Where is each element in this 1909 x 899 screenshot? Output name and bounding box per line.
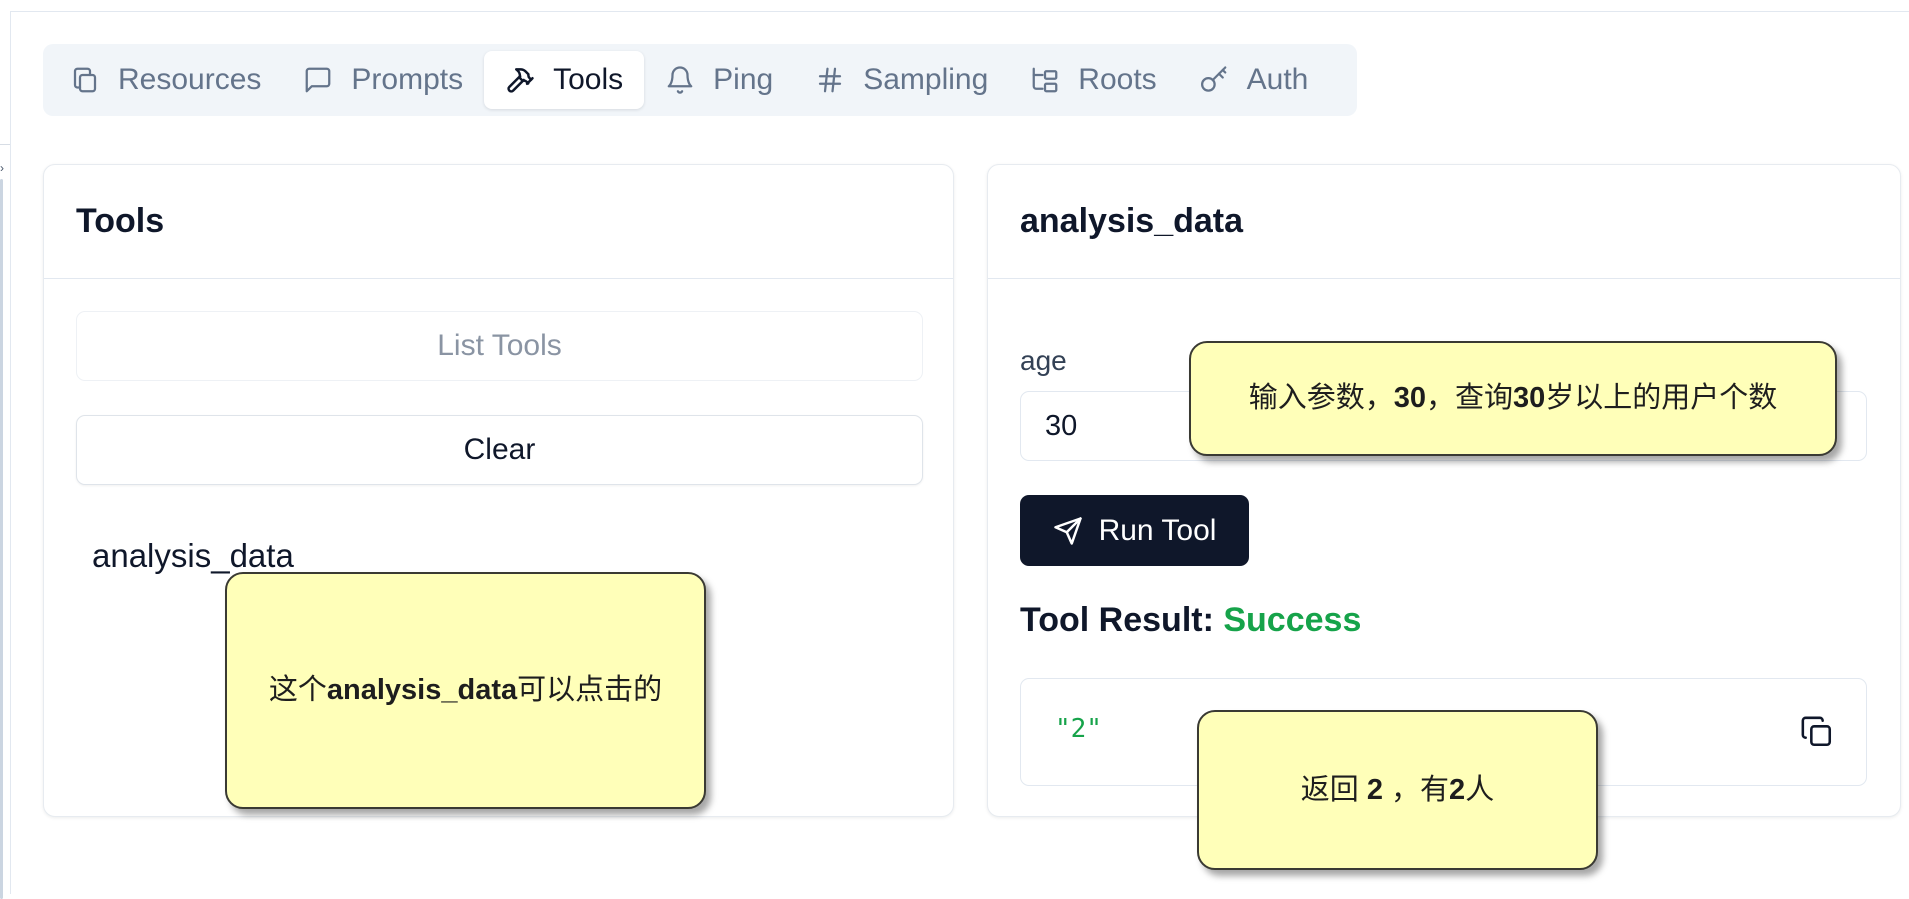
tab-sampling[interactable]: Sampling bbox=[794, 51, 1009, 109]
tab-label: Ping bbox=[713, 63, 774, 96]
tab-list: Resources Prompts Tools Ping Sampling Ro… bbox=[43, 44, 1357, 116]
window-top-rule bbox=[0, 0, 1909, 12]
tool-result-value: "2" bbox=[1055, 714, 1102, 744]
list-tools-button[interactable]: List Tools bbox=[76, 311, 923, 381]
clear-button[interactable]: Clear bbox=[76, 415, 923, 485]
annotation-text: 这个analysis_data可以点击的 bbox=[269, 672, 662, 708]
tab-roots[interactable]: Roots bbox=[1009, 51, 1177, 109]
send-icon bbox=[1053, 516, 1082, 545]
run-tool-label: Run Tool bbox=[1098, 513, 1217, 547]
annotation-text: 输入参数，30，查询30岁以上的用户个数 bbox=[1249, 380, 1778, 416]
tab-label: Resources bbox=[118, 63, 262, 96]
note-text: 输入参数， bbox=[1248, 382, 1394, 415]
tab-label: Roots bbox=[1078, 63, 1157, 96]
run-tool-button[interactable]: Run Tool bbox=[1020, 495, 1249, 566]
tools-panel-header: Tools bbox=[44, 165, 953, 279]
message-square-icon bbox=[303, 65, 333, 95]
age-label: age bbox=[1020, 345, 1067, 376]
note-text-bold: 2 bbox=[1366, 773, 1383, 806]
tab-ping[interactable]: Ping bbox=[644, 51, 794, 109]
note-text-bold: 30 bbox=[1393, 382, 1426, 415]
folder-tree-icon bbox=[1030, 65, 1060, 95]
tool-result-status: Success bbox=[1223, 601, 1362, 639]
sidebar-divider bbox=[0, 144, 10, 145]
key-icon bbox=[1199, 65, 1229, 95]
sidebar-resize-handle[interactable]: › bbox=[0, 161, 4, 175]
tool-result-heading: Tool Result: Success bbox=[1020, 601, 1361, 640]
tool-detail-header: analysis_data bbox=[988, 165, 1900, 279]
tab-label: Sampling bbox=[863, 63, 989, 96]
note-text: 可以点击的 bbox=[517, 674, 663, 707]
tab-label: Prompts bbox=[351, 63, 464, 96]
hash-icon bbox=[815, 65, 845, 95]
sidebar-edge: › bbox=[0, 11, 11, 899]
tab-tools[interactable]: Tools bbox=[484, 51, 645, 109]
tab-label: Auth bbox=[1246, 63, 1309, 96]
sidebar-scrollbar[interactable] bbox=[0, 179, 3, 899]
annotation-text: 返回 2 ，有2人 bbox=[1301, 772, 1494, 808]
note-text-bold: 2 bbox=[1449, 773, 1466, 806]
tab-prompts[interactable]: Prompts bbox=[282, 51, 484, 109]
copy-icon[interactable] bbox=[1800, 715, 1834, 749]
tools-panel-title: Tools bbox=[76, 202, 165, 240]
note-text: 人 bbox=[1465, 773, 1495, 806]
note-text: 岁以上的用户个数 bbox=[1545, 382, 1778, 415]
tool-detail-title: analysis_data bbox=[1020, 202, 1244, 240]
annotation-note-result: 返回 2 ，有2人 bbox=[1197, 710, 1598, 870]
tab-label: Tools bbox=[553, 63, 624, 96]
bell-icon bbox=[665, 65, 695, 95]
note-text: ，有 bbox=[1382, 773, 1450, 806]
age-input-value: 30 bbox=[1045, 409, 1078, 442]
tool-list-item-analysis-data[interactable]: analysis_data bbox=[92, 537, 294, 575]
note-text-bold: 30 bbox=[1513, 382, 1546, 415]
tool-result-label: Tool Result: bbox=[1020, 601, 1214, 639]
note-text: 返回 bbox=[1300, 773, 1367, 806]
note-text: ，查询 bbox=[1425, 382, 1513, 415]
annotation-note-input: 输入参数，30，查询30岁以上的用户个数 bbox=[1189, 341, 1837, 456]
tab-resources[interactable]: Resources bbox=[49, 51, 282, 109]
tab-auth[interactable]: Auth bbox=[1178, 51, 1330, 109]
annotation-note-clickable: 这个analysis_data可以点击的 bbox=[225, 572, 706, 809]
hammer-icon bbox=[505, 65, 535, 95]
copy-icon bbox=[70, 65, 100, 95]
note-text: 这个 bbox=[268, 674, 327, 707]
note-text-bold: analysis_data bbox=[326, 674, 518, 707]
